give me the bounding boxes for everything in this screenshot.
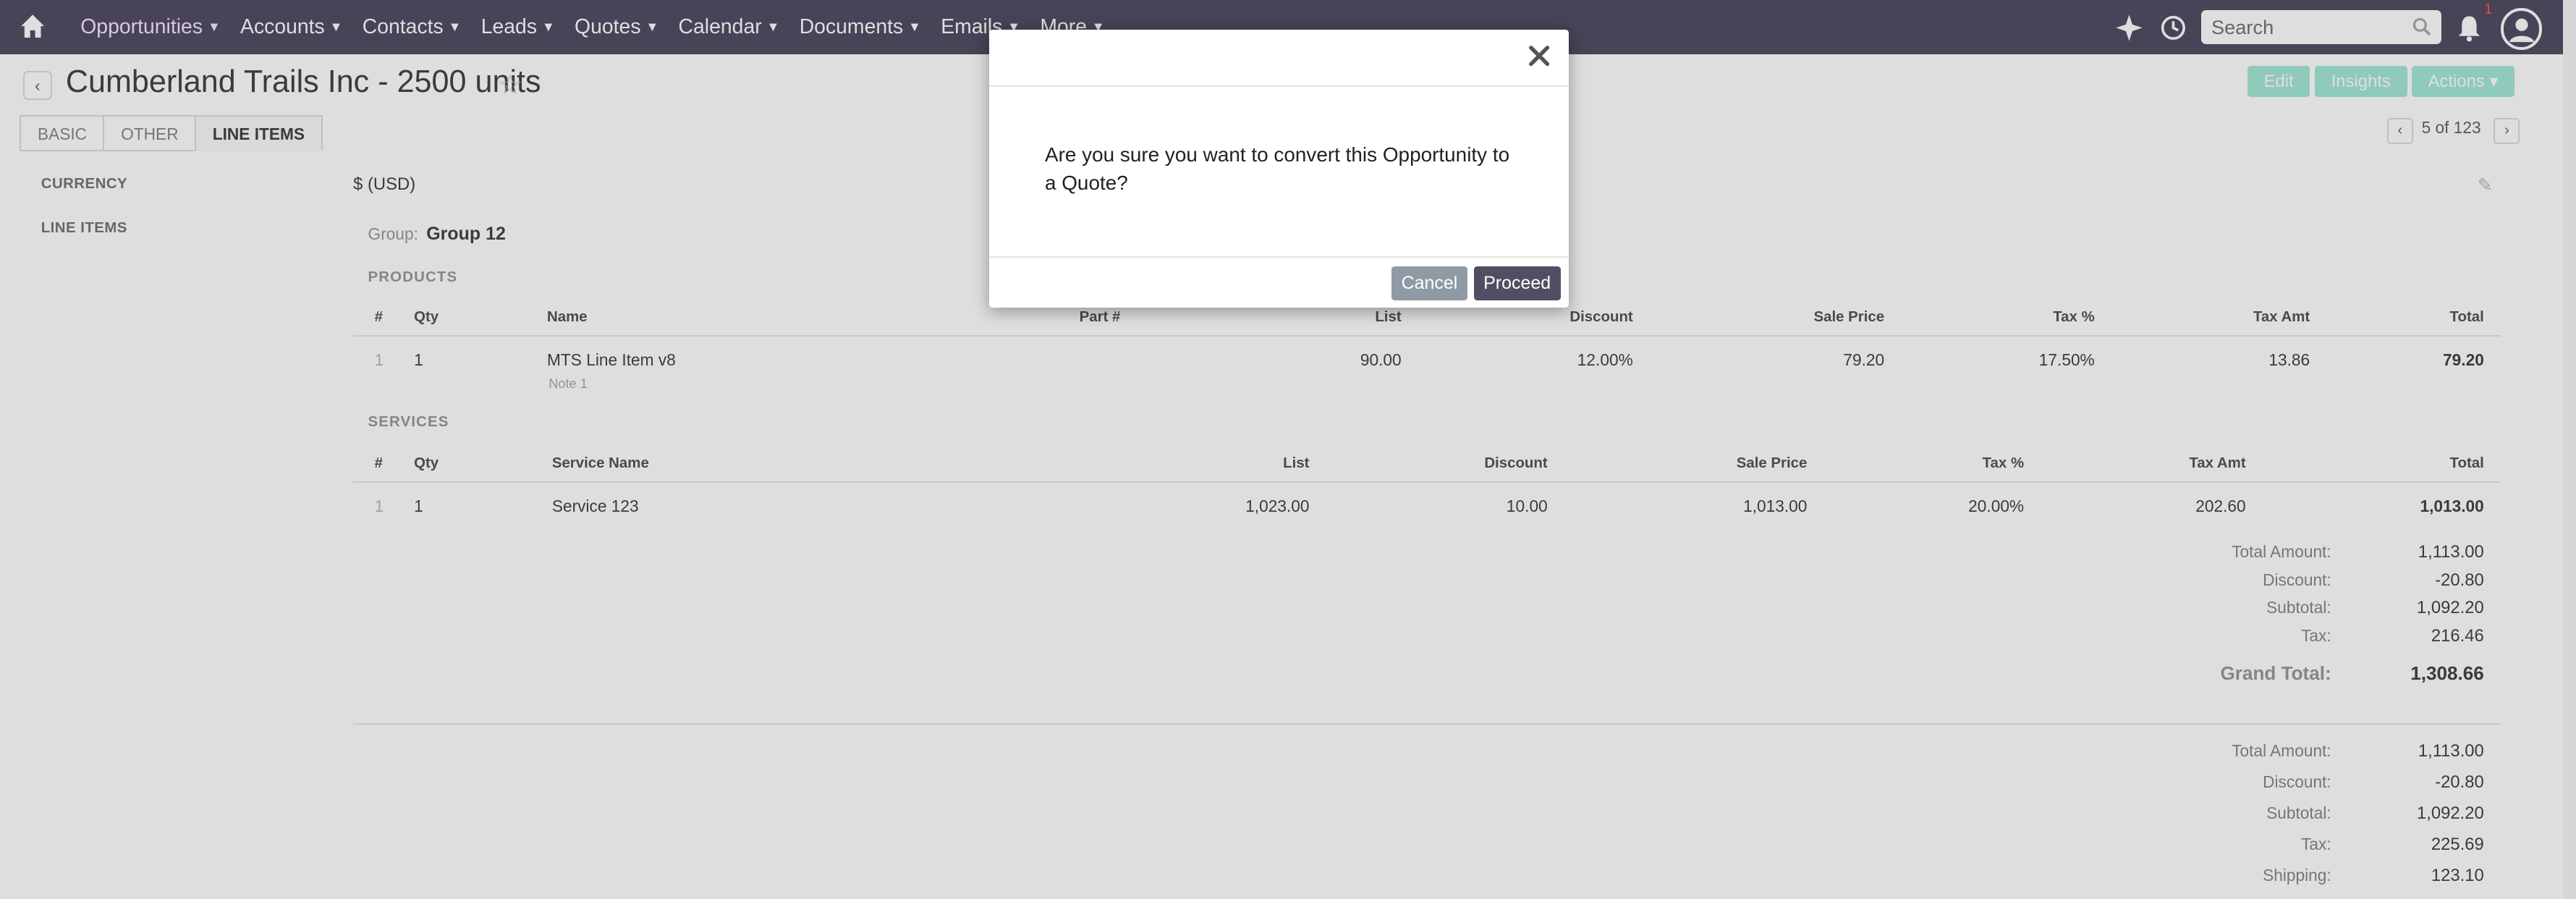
proceed-button[interactable]: Proceed [1473,266,1561,301]
page-scrollbar[interactable] [2562,0,2576,899]
close-icon[interactable] [1526,43,1552,69]
dialog-footer: Cancel Proceed [988,256,1569,308]
dialog-header [988,30,1569,88]
dialog-message: Are you sure you want to convert this Op… [1044,143,1510,194]
confirm-convert-dialog: Are you sure you want to convert this Op… [988,29,1569,308]
cancel-button[interactable]: Cancel [1391,266,1467,301]
